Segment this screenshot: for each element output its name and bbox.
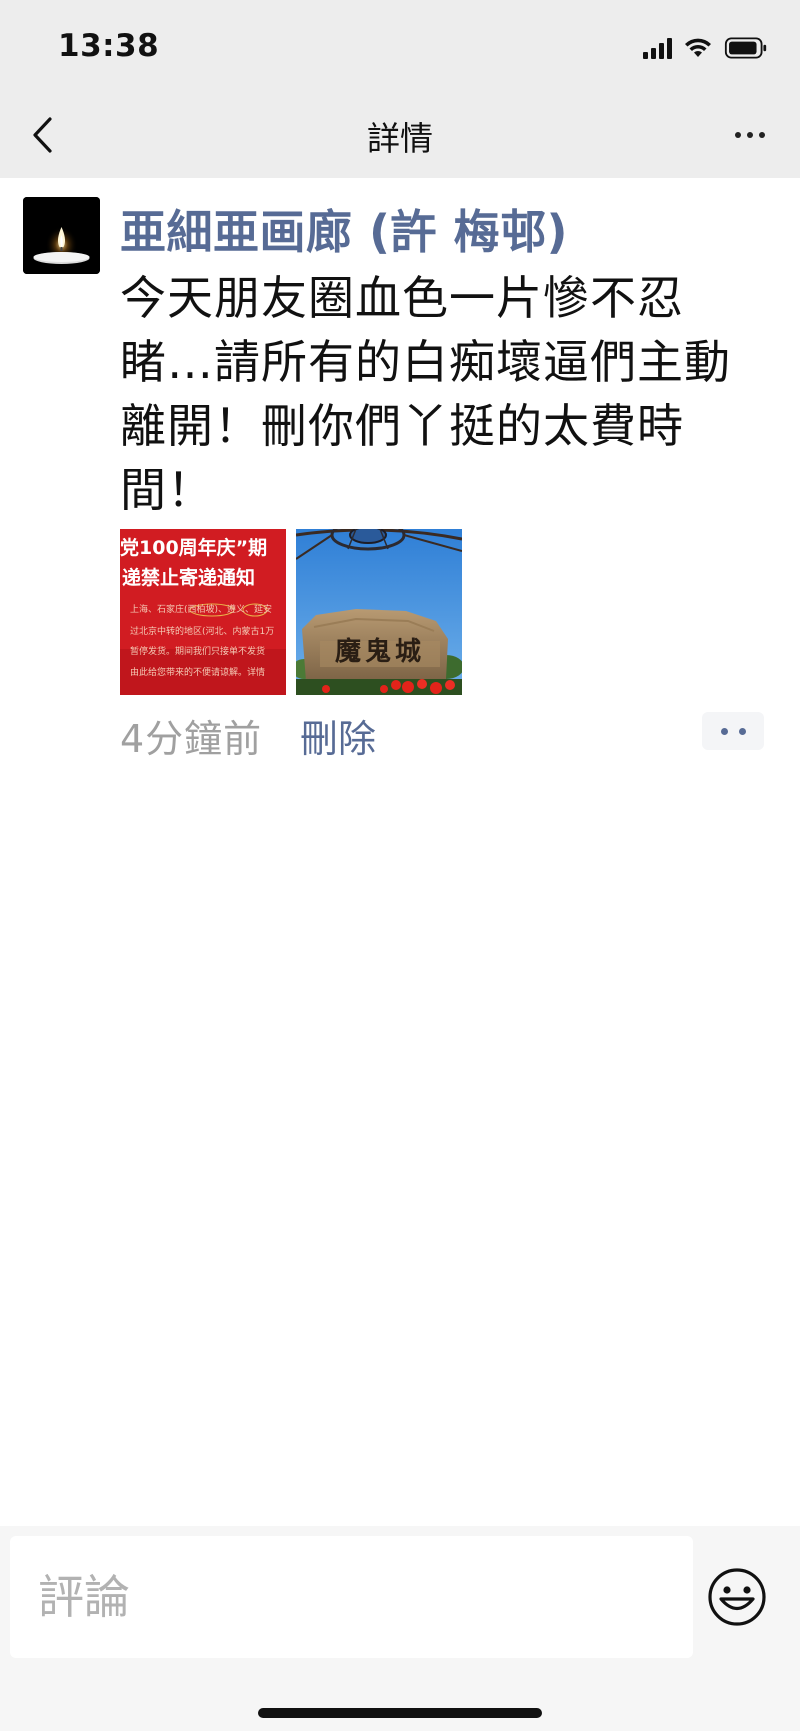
avatar[interactable] [23,197,100,274]
page-title: 詳情 [367,119,433,158]
top-bar: 13:38 詳情 [0,0,800,178]
notice-body-3: 暂停发货。期间我们只接单不发货 [130,647,266,657]
notice-body-1: 上海、石家庄(西柏坡)、遵义、延安 [130,605,273,615]
more-button[interactable] [726,118,774,152]
username[interactable]: 亜細亜画廊 (許 梅邨) [120,196,568,262]
wifi-icon [685,38,711,57]
more-dots-icon [720,727,728,735]
landmark-image [296,529,462,695]
moment-detail-screen: 13:38 詳情 亜細亜画廊 (許 梅邨) 今天朋友圈血色一片慘不忍睹…請所有的… [0,0,800,1731]
post-text: 今天朋友圈血色一片慘不忍睹…請所有的白痴壞逼們主動離開！刪你們丫挺的太費時間！ [120,271,731,517]
smiley-face-icon [708,1568,766,1626]
notice-body-4: 由此给您带来的不便请谅解。详情 [130,668,266,678]
status-icons [643,34,768,62]
candle-image [23,197,100,274]
like-comment-button[interactable] [702,712,764,750]
home-indicator[interactable] [258,1708,542,1718]
comment-input[interactable] [10,1536,693,1658]
more-dots-icon [735,132,741,138]
comment-bar [0,1526,800,1731]
delete-link[interactable]: 刪除 [300,708,376,763]
post-image-2[interactable]: 魔鬼城 [296,529,462,695]
cellular-signal-icon [643,37,672,59]
landmark-sign-text: 魔鬼城 [334,637,425,667]
notice-headline-1: 党100周年庆”期 [120,537,268,559]
battery-icon [724,37,767,59]
emoji-button[interactable] [706,1566,768,1628]
post-image-1[interactable]: 党100周年庆”期 递禁止寄递通知 上海、石家庄(西柏坡)、遵义、延安 过北京中… [120,529,286,695]
status-time: 13:38 [58,28,160,64]
notice-body-2: 过北京中转的地区(河北、内蒙古1万 [130,627,275,637]
notice-headline-2: 递禁止寄递通知 [122,567,256,589]
post-timestamp: 4分鐘前 [120,717,263,761]
